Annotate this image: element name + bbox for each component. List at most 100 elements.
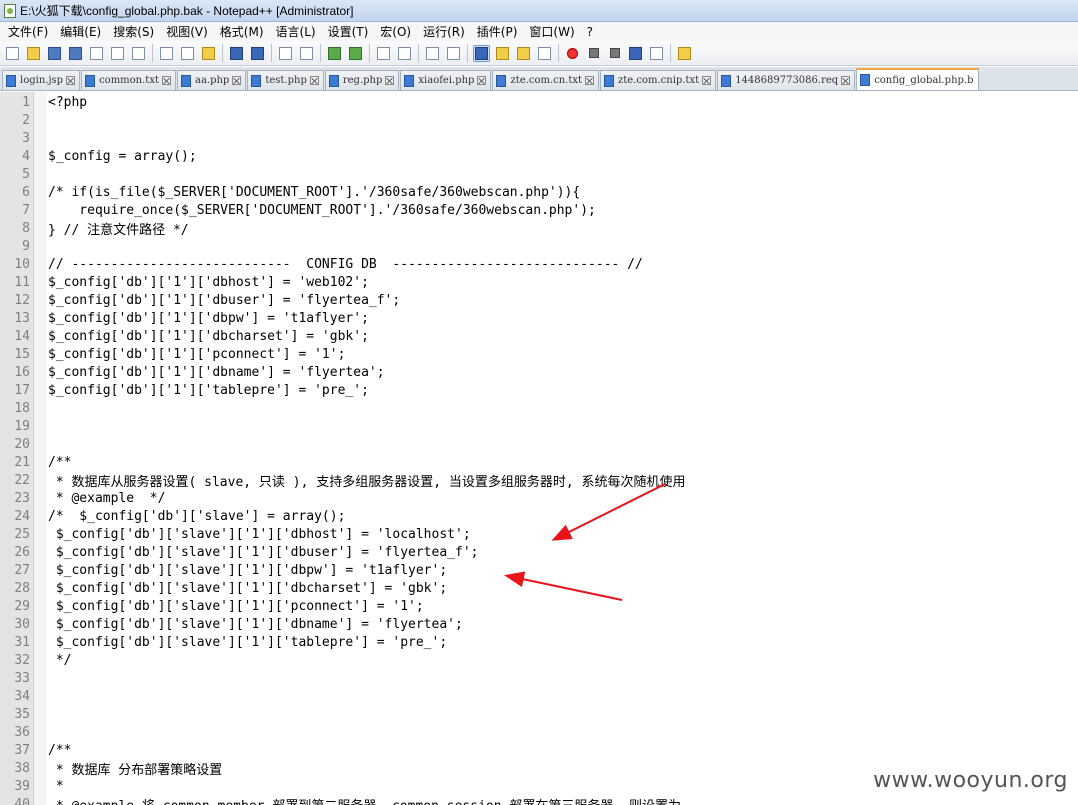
code-line[interactable]: 28 $_config['db']['slave']['1']['dbchars… — [0, 579, 1078, 597]
print-button[interactable] — [130, 45, 147, 62]
code-line[interactable]: 40 * @example 将 common_member 部署到第二服务器, … — [0, 795, 1078, 805]
code-line[interactable]: 32 */ — [0, 651, 1078, 669]
menu-item-8[interactable]: 运行(R) — [417, 23, 471, 40]
tab-close-icon[interactable] — [232, 76, 242, 85]
tab-0[interactable]: login.jsp — [2, 70, 81, 90]
tab-5[interactable]: xiaofei.php — [400, 70, 492, 90]
menu-item-10[interactable]: 窗口(W) — [523, 23, 580, 40]
tab-close-icon[interactable] — [477, 76, 487, 85]
close-button[interactable] — [88, 45, 105, 62]
code-line[interactable]: 29 $_config['db']['slave']['1']['pconnec… — [0, 597, 1078, 615]
new-file-button[interactable] — [4, 45, 21, 62]
undo-button[interactable] — [228, 45, 245, 62]
code-line[interactable]: 5 — [0, 165, 1078, 183]
save-button[interactable] — [46, 45, 63, 62]
menu-item-2[interactable]: 搜索(S) — [107, 23, 160, 40]
code-line[interactable]: 27 $_config['db']['slave']['1']['dbpw'] … — [0, 561, 1078, 579]
record-macro-button[interactable] — [564, 45, 581, 62]
tab-6[interactable]: zte.com.cn.txt — [492, 70, 600, 90]
stop-record-button[interactable] — [585, 45, 602, 62]
save-macro-button[interactable] — [648, 45, 665, 62]
code-line[interactable]: 33 — [0, 669, 1078, 687]
code-line[interactable]: 25 $_config['db']['slave']['1']['dbhost'… — [0, 525, 1078, 543]
editor[interactable]: 1 <?php 2 3 4 $_config = array(); 5 6/* if(is_f… — [0, 92, 1078, 805]
udl-button[interactable] — [494, 45, 511, 62]
tab-close-icon[interactable] — [161, 76, 171, 85]
tab-8[interactable]: 1448689773086.req — [717, 70, 856, 90]
tab-close-icon[interactable] — [309, 76, 319, 85]
code-line[interactable]: 2 — [0, 111, 1078, 129]
save-all-button[interactable] — [67, 45, 84, 62]
code-line[interactable]: 30 $_config['db']['slave']['1']['dbname'… — [0, 615, 1078, 633]
tab-3[interactable]: test.php — [247, 70, 324, 90]
doc-map-button[interactable] — [515, 45, 532, 62]
code-line[interactable]: 17 $_config['db']['1']['tablepre'] = 'pre… — [0, 381, 1078, 399]
zoom-in-button[interactable] — [326, 45, 343, 62]
menu-item-4[interactable]: 格式(M) — [214, 23, 270, 40]
find-button[interactable] — [277, 45, 294, 62]
code-line[interactable]: 26 $_config['db']['slave']['1']['dbuser'… — [0, 543, 1078, 561]
tab-7[interactable]: zte.com.cnip.txt — [600, 70, 717, 90]
code-lines[interactable]: 1 <?php 2 3 4 $_config = array(); 5 6/* if(is_f… — [0, 93, 1078, 805]
code-line[interactable]: 4 $_config = array(); — [0, 147, 1078, 165]
open-file-button[interactable] — [25, 45, 42, 62]
code-line[interactable]: 15 $_config['db']['1']['pconnect'] = '1'; — [0, 345, 1078, 363]
menu-item-0[interactable]: 文件(F) — [2, 23, 54, 40]
code-line[interactable]: 9 — [0, 237, 1078, 255]
replace-button[interactable] — [298, 45, 315, 62]
tab-close-icon[interactable] — [585, 76, 595, 85]
code-line[interactable]: 36 — [0, 723, 1078, 741]
tab-close-icon[interactable] — [841, 76, 851, 85]
code-line[interactable]: 7 require_once($_SERVER['DOCUMENT_ROOT']… — [0, 201, 1078, 219]
play-macro-button[interactable] — [606, 45, 623, 62]
code-line[interactable]: 19 — [0, 417, 1078, 435]
tab-close-icon[interactable] — [385, 76, 395, 85]
function-list-button[interactable] — [536, 45, 553, 62]
code-line[interactable]: 24 /* $_config['db']['slave'] = array(); — [0, 507, 1078, 525]
tab-9[interactable]: config_global.php.b — [856, 68, 979, 90]
tab-close-icon[interactable] — [702, 76, 712, 85]
tab-1[interactable]: common.txt — [81, 70, 176, 90]
cut-button[interactable] — [158, 45, 175, 62]
copy-button[interactable] — [179, 45, 196, 62]
paste-button[interactable] — [200, 45, 217, 62]
code-line[interactable]: 37 /** — [0, 741, 1078, 759]
menu-item-7[interactable]: 宏(O) — [374, 23, 417, 40]
code-line[interactable]: 21 /** — [0, 453, 1078, 471]
sync-vertical-button[interactable] — [375, 45, 392, 62]
menu-item-9[interactable]: 插件(P) — [471, 23, 524, 40]
close-all-button[interactable] — [109, 45, 126, 62]
code-line[interactable]: 8} // 注意文件路径 */ — [0, 219, 1078, 238]
code-line[interactable]: 34 — [0, 687, 1078, 705]
code-line[interactable]: 6 /* if(is_file($_SERVER['DOCUMENT_ROOT']… — [0, 183, 1078, 201]
menu-item-11[interactable]: ? — [581, 25, 599, 39]
code-line[interactable]: 23 * @example */ — [0, 489, 1078, 507]
redo-button[interactable] — [249, 45, 266, 62]
word-wrap-button[interactable] — [424, 45, 441, 62]
indent-guide-button[interactable] — [473, 44, 490, 62]
code-line[interactable]: 16 $_config['db']['1']['dbname'] = 'flyer… — [0, 363, 1078, 381]
code-line[interactable]: 1 <?php — [0, 93, 1078, 111]
menu-item-5[interactable]: 语言(L) — [270, 23, 322, 40]
code-line[interactable]: 20 — [0, 435, 1078, 453]
code-line[interactable]: 22 * 数据库从服务器设置( slave, 只读 ), 支持多组服务器设置, … — [0, 471, 1078, 490]
code-line[interactable]: 31 $_config['db']['slave']['1']['tablepr… — [0, 633, 1078, 651]
code-line[interactable]: 10 // ---------------------------- CONFIG… — [0, 255, 1078, 273]
code-line[interactable]: 13 $_config['db']['1']['dbpw'] = 't1aflye… — [0, 309, 1078, 327]
code-line[interactable]: 3 — [0, 129, 1078, 147]
run-macro-multiple-button[interactable] — [627, 45, 644, 62]
menu-item-6[interactable]: 设置(T) — [322, 23, 375, 40]
tab-close-icon[interactable] — [66, 76, 76, 85]
code-line[interactable]: 14 $_config['db']['1']['dbcharset'] = 'gb… — [0, 327, 1078, 345]
plugin-button[interactable] — [676, 45, 693, 62]
code-line[interactable]: 12 $_config['db']['1']['dbuser'] = 'flyer… — [0, 291, 1078, 309]
code-line[interactable]: 35 — [0, 705, 1078, 723]
menu-item-1[interactable]: 编辑(E) — [54, 23, 107, 40]
sync-horizontal-button[interactable] — [396, 45, 413, 62]
code-line[interactable]: 11 $_config['db']['1']['dbhost'] = 'web10… — [0, 273, 1078, 291]
code-line[interactable]: 18 — [0, 399, 1078, 417]
menu-item-3[interactable]: 视图(V) — [160, 23, 214, 40]
tab-2[interactable]: aa.php — [176, 70, 247, 90]
tab-4[interactable]: reg.php — [324, 70, 400, 90]
show-all-chars-button[interactable] — [445, 45, 462, 62]
